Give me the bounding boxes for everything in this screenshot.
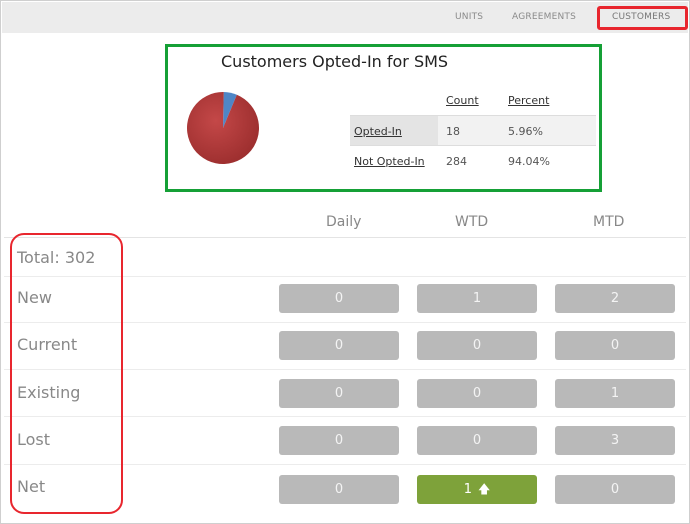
- metric-net-daily[interactable]: 0: [279, 475, 399, 504]
- metric-net-wtd[interactable]: 1 🡅: [417, 475, 537, 504]
- metric-labels-highlight: [10, 233, 123, 514]
- metric-net-mtd[interactable]: 0: [555, 475, 675, 504]
- column-header-mtd: MTD: [593, 214, 625, 230]
- metric-current-wtd[interactable]: 0: [417, 331, 537, 360]
- customers-tab-highlight: [597, 6, 688, 30]
- tab-agreements[interactable]: AGREEMENTS: [512, 12, 576, 22]
- not-opted-in-percent: 94.04%: [508, 155, 550, 168]
- arrow-up-icon: 🡅: [477, 482, 491, 496]
- pie-slice-not-opted-in: [187, 92, 259, 164]
- metric-current-daily[interactable]: 0: [279, 331, 399, 360]
- sms-row-opted-in: Opted-In 18 5.96%: [350, 115, 596, 146]
- row-link-not-opted-in[interactable]: Not Opted-In: [354, 155, 425, 168]
- metric-existing-wtd[interactable]: 0: [417, 379, 537, 408]
- metric-lost-wtd[interactable]: 0: [417, 426, 537, 455]
- opted-in-percent: 5.96%: [508, 125, 543, 138]
- sms-table-header: Count Percent: [350, 85, 596, 115]
- column-header-count[interactable]: Count: [446, 94, 479, 107]
- column-header-percent[interactable]: Percent: [508, 94, 549, 107]
- metric-new-mtd[interactable]: 2: [555, 284, 675, 313]
- metric-existing-mtd[interactable]: 1: [555, 379, 675, 408]
- column-header-wtd: WTD: [455, 214, 489, 230]
- sms-row-not-opted-in: Not Opted-In 284 94.04%: [350, 145, 596, 175]
- top-nav-bar: UNITS AGREEMENTS CUSTOMERS: [2, 2, 688, 33]
- not-opted-in-count: 284: [446, 155, 467, 168]
- sms-opt-in-table: Count Percent Opted-In 18 5.96% Not Opte…: [350, 85, 596, 175]
- sms-panel-title: Customers Opted-In for SMS: [221, 52, 449, 71]
- sms-pie-chart: [187, 92, 259, 164]
- metric-current-mtd[interactable]: 0: [555, 331, 675, 360]
- sms-opt-in-panel: Customers Opted-In for SMS Count Percent…: [165, 44, 602, 192]
- row-link-opted-in[interactable]: Opted-In: [350, 116, 438, 146]
- metric-lost-daily[interactable]: 0: [279, 426, 399, 455]
- metric-new-wtd[interactable]: 1: [417, 284, 537, 313]
- metric-new-daily[interactable]: 0: [279, 284, 399, 313]
- metric-existing-daily[interactable]: 0: [279, 379, 399, 408]
- column-header-daily: Daily: [326, 214, 362, 230]
- metric-lost-mtd[interactable]: 3: [555, 426, 675, 455]
- tab-units[interactable]: UNITS: [455, 12, 483, 22]
- metric-net-wtd-value: 1: [463, 482, 472, 497]
- opted-in-count: 18: [446, 125, 460, 138]
